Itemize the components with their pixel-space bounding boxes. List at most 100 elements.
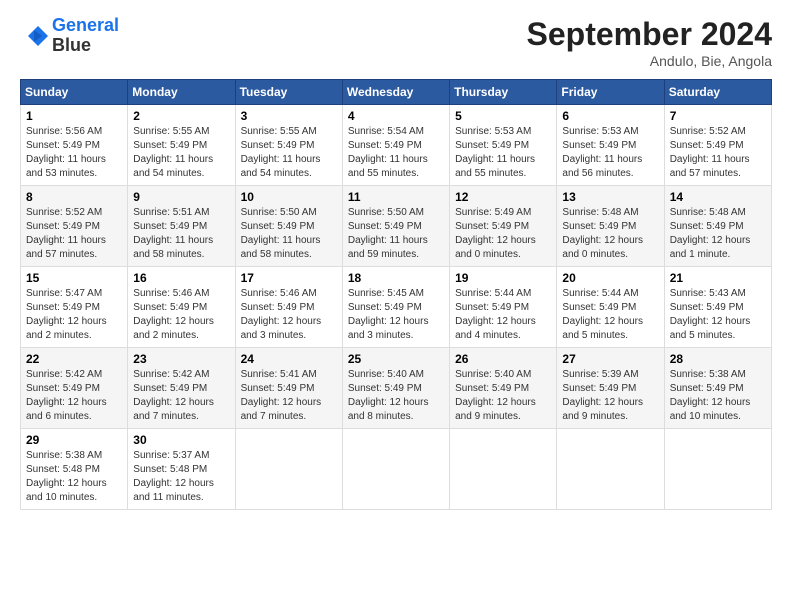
location-title: Andulo, Bie, Angola [527,53,772,69]
calendar-cell: 17 Sunrise: 5:46 AMSunset: 5:49 PMDayligh… [235,267,342,348]
day-info: Sunrise: 5:46 AMSunset: 5:49 PMDaylight:… [133,287,229,343]
day-info: Sunrise: 5:55 AMSunset: 5:49 PMDaylight:… [133,125,229,181]
weekday-header-row: SundayMondayTuesdayWednesdayThursdayFrid… [21,80,772,105]
calendar-cell [557,429,664,510]
day-number: 14 [670,190,766,204]
calendar-cell: 20 Sunrise: 5:44 AMSunset: 5:49 PMDayligh… [557,267,664,348]
calendar-cell: 8 Sunrise: 5:52 AMSunset: 5:49 PMDaylight… [21,186,128,267]
day-info: Sunrise: 5:46 AMSunset: 5:49 PMDaylight:… [241,287,337,343]
day-number: 28 [670,352,766,366]
day-info: Sunrise: 5:53 AMSunset: 5:49 PMDaylight:… [562,125,658,181]
calendar-cell: 10 Sunrise: 5:50 AMSunset: 5:49 PMDayligh… [235,186,342,267]
day-number: 20 [562,271,658,285]
day-number: 27 [562,352,658,366]
day-info: Sunrise: 5:40 AMSunset: 5:49 PMDaylight:… [455,368,551,424]
day-info: Sunrise: 5:48 AMSunset: 5:49 PMDaylight:… [562,206,658,262]
day-info: Sunrise: 5:37 AMSunset: 5:48 PMDaylight:… [133,449,229,505]
weekday-header-sunday: Sunday [21,80,128,105]
weekday-header-saturday: Saturday [664,80,771,105]
day-number: 5 [455,109,551,123]
calendar-cell [450,429,557,510]
month-title: September 2024 [527,16,772,53]
logo-text: General Blue [52,16,119,56]
calendar-cell: 12Sunrise: 5:49 AMSunset: 5:49 PMDayligh… [450,186,557,267]
calendar-cell: 23Sunrise: 5:42 AMSunset: 5:49 PMDayligh… [128,348,235,429]
day-number: 2 [133,109,229,123]
day-number: 19 [455,271,551,285]
calendar-cell: 9 Sunrise: 5:51 AMSunset: 5:49 PMDaylight… [128,186,235,267]
day-info: Sunrise: 5:48 AMSunset: 5:49 PMDaylight:… [670,206,766,262]
day-number: 24 [241,352,337,366]
day-number: 29 [26,433,122,447]
day-number: 17 [241,271,337,285]
day-number: 15 [26,271,122,285]
calendar-cell [235,429,342,510]
day-number: 1 [26,109,122,123]
day-info: Sunrise: 5:54 AMSunset: 5:49 PMDaylight:… [348,125,444,181]
calendar-cell: 5Sunrise: 5:53 AMSunset: 5:49 PMDaylight… [450,105,557,186]
day-number: 6 [562,109,658,123]
week-row-2: 8 Sunrise: 5:52 AMSunset: 5:49 PMDaylight… [21,186,772,267]
calendar-cell: 11 Sunrise: 5:50 AMSunset: 5:49 PMDayligh… [342,186,449,267]
calendar-cell: 7 Sunrise: 5:52 AMSunset: 5:49 PMDaylight… [664,105,771,186]
day-info: Sunrise: 5:52 AMSunset: 5:49 PMDaylight:… [26,206,122,262]
day-number: 25 [348,352,444,366]
day-info: Sunrise: 5:56 AMSunset: 5:49 PMDaylight:… [26,125,122,181]
day-number: 13 [562,190,658,204]
day-info: Sunrise: 5:55 AMSunset: 5:49 PMDaylight:… [241,125,337,181]
calendar-cell: 14 Sunrise: 5:48 AMSunset: 5:49 PMDayligh… [664,186,771,267]
calendar-cell: 15 Sunrise: 5:47 AMSunset: 5:49 PMDayligh… [21,267,128,348]
calendar-cell: 16 Sunrise: 5:46 AMSunset: 5:49 PMDayligh… [128,267,235,348]
day-info: Sunrise: 5:42 AMSunset: 5:49 PMDaylight:… [133,368,229,424]
day-info: Sunrise: 5:39 AMSunset: 5:49 PMDaylight:… [562,368,658,424]
calendar-cell: 25 Sunrise: 5:40 AMSunset: 5:49 PMDayligh… [342,348,449,429]
calendar-cell: 2 Sunrise: 5:55 AMSunset: 5:49 PMDaylight… [128,105,235,186]
calendar-cell: 22 Sunrise: 5:42 AMSunset: 5:49 PMDayligh… [21,348,128,429]
day-info: Sunrise: 5:50 AMSunset: 5:49 PMDaylight:… [241,206,337,262]
day-number: 3 [241,109,337,123]
calendar-cell: 3 Sunrise: 5:55 AMSunset: 5:49 PMDaylight… [235,105,342,186]
calendar-cell: 19 Sunrise: 5:44 AMSunset: 5:49 PMDayligh… [450,267,557,348]
calendar-table: SundayMondayTuesdayWednesdayThursdayFrid… [20,79,772,510]
day-info: Sunrise: 5:45 AMSunset: 5:49 PMDaylight:… [348,287,444,343]
weekday-header-wednesday: Wednesday [342,80,449,105]
calendar-cell: 24Sunrise: 5:41 AMSunset: 5:49 PMDayligh… [235,348,342,429]
day-info: Sunrise: 5:49 AMSunset: 5:49 PMDaylight:… [455,206,551,262]
weekday-header-friday: Friday [557,80,664,105]
day-info: Sunrise: 5:50 AMSunset: 5:49 PMDaylight:… [348,206,444,262]
calendar-cell: 29 Sunrise: 5:38 AMSunset: 5:48 PMDayligh… [21,429,128,510]
day-info: Sunrise: 5:44 AMSunset: 5:49 PMDaylight:… [562,287,658,343]
week-row-1: 1 Sunrise: 5:56 AMSunset: 5:49 PMDaylight… [21,105,772,186]
logo-icon [20,22,48,50]
day-number: 18 [348,271,444,285]
calendar-cell [342,429,449,510]
header: General Blue September 2024 Andulo, Bie,… [20,16,772,69]
day-info: Sunrise: 5:47 AMSunset: 5:49 PMDaylight:… [26,287,122,343]
day-number: 21 [670,271,766,285]
day-info: Sunrise: 5:40 AMSunset: 5:49 PMDaylight:… [348,368,444,424]
day-number: 10 [241,190,337,204]
calendar-cell [664,429,771,510]
day-number: 8 [26,190,122,204]
calendar-cell: 13 Sunrise: 5:48 AMSunset: 5:49 PMDayligh… [557,186,664,267]
day-number: 7 [670,109,766,123]
calendar-cell: 28Sunrise: 5:38 AMSunset: 5:49 PMDayligh… [664,348,771,429]
page: General Blue September 2024 Andulo, Bie,… [0,0,792,612]
day-number: 11 [348,190,444,204]
day-info: Sunrise: 5:43 AMSunset: 5:49 PMDaylight:… [670,287,766,343]
day-info: Sunrise: 5:44 AMSunset: 5:49 PMDaylight:… [455,287,551,343]
day-number: 22 [26,352,122,366]
title-block: September 2024 Andulo, Bie, Angola [527,16,772,69]
day-info: Sunrise: 5:52 AMSunset: 5:49 PMDaylight:… [670,125,766,181]
week-row-4: 22 Sunrise: 5:42 AMSunset: 5:49 PMDayligh… [21,348,772,429]
day-number: 16 [133,271,229,285]
weekday-header-monday: Monday [128,80,235,105]
day-number: 9 [133,190,229,204]
day-info: Sunrise: 5:51 AMSunset: 5:49 PMDaylight:… [133,206,229,262]
calendar-cell: 26Sunrise: 5:40 AMSunset: 5:49 PMDayligh… [450,348,557,429]
calendar-cell: 21 Sunrise: 5:43 AMSunset: 5:49 PMDayligh… [664,267,771,348]
weekday-header-tuesday: Tuesday [235,80,342,105]
calendar-cell: 18 Sunrise: 5:45 AMSunset: 5:49 PMDayligh… [342,267,449,348]
day-info: Sunrise: 5:38 AMSunset: 5:48 PMDaylight:… [26,449,122,505]
day-info: Sunrise: 5:42 AMSunset: 5:49 PMDaylight:… [26,368,122,424]
